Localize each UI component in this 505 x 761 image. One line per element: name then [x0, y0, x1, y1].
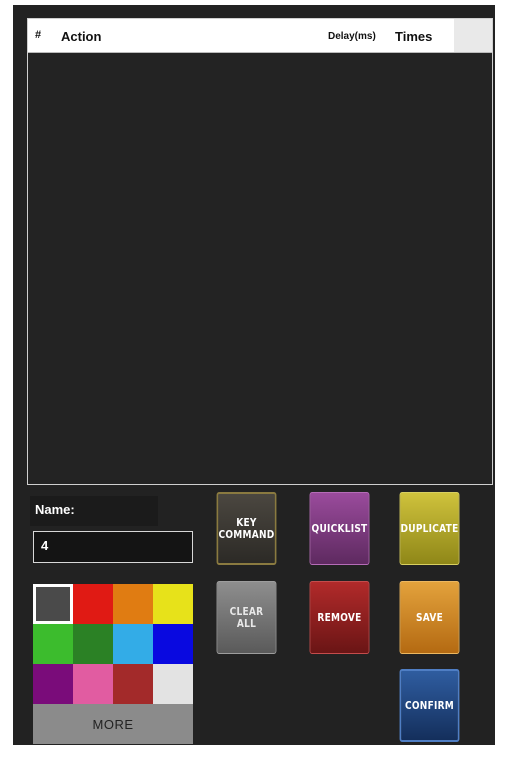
save-label: SAVE [415, 610, 443, 624]
clear-all-label: CLEAR ALL [229, 604, 264, 630]
color-swatch[interactable] [113, 624, 153, 664]
action-table[interactable]: # Action Delay(ms) Times [27, 18, 493, 485]
confirm-label: CONFIRM [404, 698, 454, 712]
clear-all-button[interactable]: CLEAR ALL [216, 581, 277, 654]
duplicate-label: DUPLICATE [400, 521, 459, 535]
name-label: Name: [30, 496, 158, 526]
color-swatch[interactable] [33, 624, 73, 664]
remove-label: REMOVE [317, 610, 362, 624]
color-palette: MORE [33, 584, 194, 744]
table-header: # Action Delay(ms) Times [28, 19, 492, 53]
column-header-number: # [35, 29, 42, 41]
quicklist-label: QUICKLIST [311, 521, 368, 535]
confirm-button[interactable]: CONFIRM [399, 669, 460, 742]
color-swatch[interactable] [73, 584, 113, 624]
column-header-delay: Delay(ms) [328, 31, 376, 42]
color-swatch[interactable] [153, 624, 193, 664]
color-swatch[interactable] [73, 624, 113, 664]
color-swatch[interactable] [153, 664, 193, 704]
color-swatch[interactable] [113, 664, 153, 704]
column-header-action: Action [61, 29, 102, 44]
column-header-filler [454, 19, 492, 52]
color-swatch[interactable] [33, 584, 73, 624]
key-command-label: KEY COMMAND [218, 515, 275, 541]
more-colors-button[interactable]: MORE [33, 704, 193, 744]
color-swatch[interactable] [33, 664, 73, 704]
quicklist-button[interactable]: QUICKLIST [309, 492, 370, 565]
key-command-button[interactable]: KEY COMMAND [216, 492, 277, 565]
duplicate-button[interactable]: DUPLICATE [399, 492, 460, 565]
save-button[interactable]: SAVE [399, 581, 460, 654]
remove-button[interactable]: REMOVE [309, 581, 370, 654]
color-swatch[interactable] [153, 584, 193, 624]
name-input[interactable]: 4 [33, 531, 193, 563]
color-swatch[interactable] [73, 664, 113, 704]
color-swatch[interactable] [113, 584, 153, 624]
column-header-times: Times [395, 29, 433, 44]
